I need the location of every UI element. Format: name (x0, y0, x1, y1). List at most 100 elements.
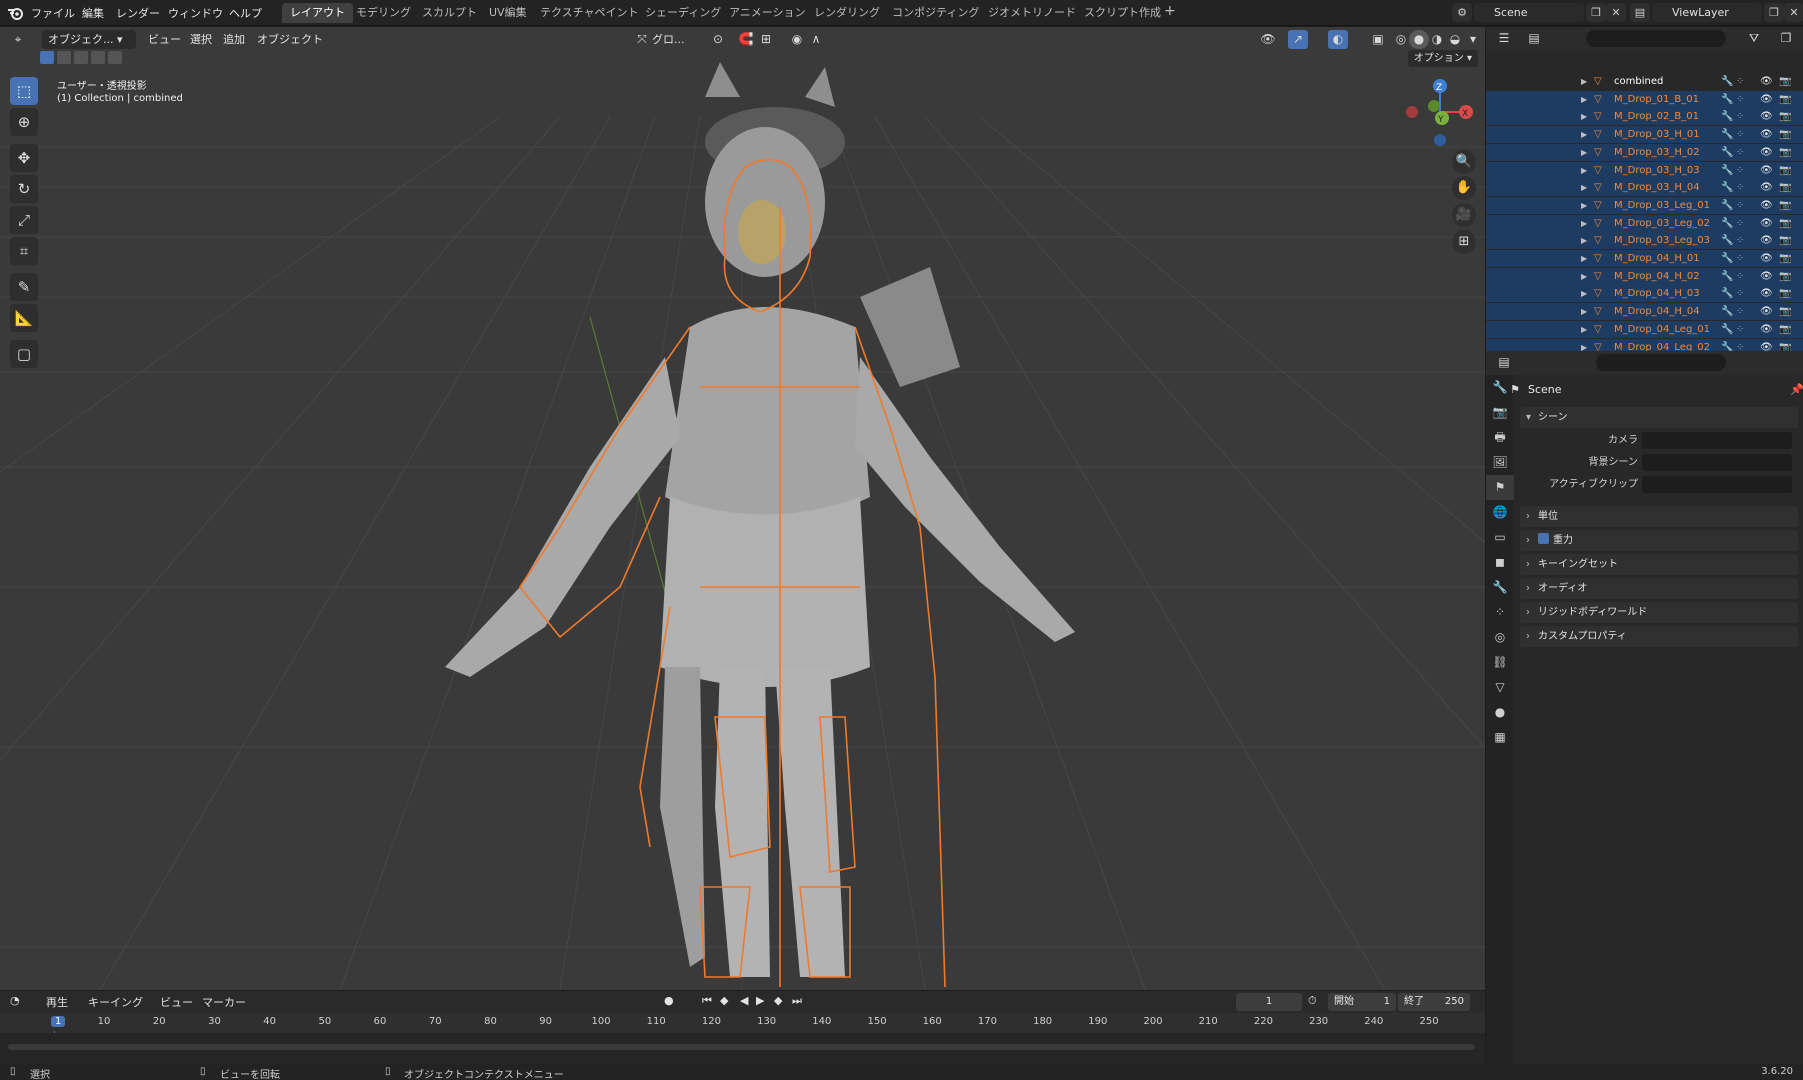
pivot-point-icon[interactable]: ⊙ (708, 30, 728, 49)
tab-compositing[interactable]: コンポジティング (884, 3, 987, 23)
panel-gravity[interactable]: › 重力 (1520, 530, 1798, 551)
menu-window[interactable]: ウィンドウ (168, 5, 223, 21)
tab-shading[interactable]: シェーディング (637, 3, 729, 23)
outliner-search-input[interactable] (1586, 30, 1726, 47)
visibility-eye-icon[interactable]: 👁 (1760, 285, 1773, 302)
measure-tool-icon[interactable]: 📐 (10, 304, 38, 332)
snapping-icon[interactable]: 🧲 (736, 30, 756, 49)
filter-icon[interactable]: ⛛ (1744, 29, 1764, 48)
outliner-item-name[interactable]: M_Drop_03_H_02 (1614, 144, 1700, 161)
outliner-row[interactable]: ▶ ▽ M_Drop_04_Leg_01 🔧 ⁘ 👁 📷 (1486, 320, 1803, 338)
modifier-icon[interactable]: 🔧 (1721, 162, 1733, 179)
expand-arrow-icon[interactable]: ▶ (1581, 232, 1587, 249)
timeline-ruler[interactable]: 1 10 20 30 40 50 60 70 80 90 100 110 120 130 140 150 160… (0, 1013, 1485, 1064)
gizmo-toggle-icon[interactable]: ↗ (1288, 30, 1308, 49)
camera-select[interactable] (1642, 432, 1792, 449)
camera-view-icon[interactable]: 🎥 (1452, 203, 1476, 227)
material-tab-icon[interactable]: ● (1486, 700, 1514, 725)
world-tab-icon[interactable]: 🌐 (1486, 500, 1514, 525)
start-frame-field[interactable]: 開始 1 (1328, 993, 1396, 1011)
viewport-options-button[interactable]: オプション ▾ (1407, 50, 1478, 67)
cursor-tool-icon[interactable]: ⊕ (10, 108, 38, 136)
menu-file[interactable]: ファイル (31, 5, 75, 21)
timeline-editor-icon[interactable]: ◔ (10, 994, 20, 1007)
modifier-icon[interactable]: 🔧 (1721, 232, 1733, 249)
solid-shading-icon[interactable]: ● (1409, 30, 1429, 49)
panel-keying-sets[interactable]: › キーイングセット (1520, 554, 1798, 575)
viewport-menu-object[interactable]: オブジェクト (257, 30, 323, 49)
transform-tool-icon[interactable]: ⌗ (10, 237, 38, 265)
3d-viewport[interactable] (0, 27, 1485, 990)
visibility-eye-icon[interactable]: 👁 (1760, 108, 1773, 125)
modifier-icon[interactable]: 🔧 (1721, 73, 1733, 90)
background-scene-select[interactable] (1642, 454, 1792, 471)
modifier-icon[interactable]: 🔧 (1721, 321, 1733, 338)
scene-selector[interactable]: Scene (1474, 3, 1584, 22)
outliner-row[interactable]: ▶ ▽ M_Drop_03_H_04 🔧 ⁘ 👁 📷 (1486, 179, 1803, 197)
tab-texture-paint[interactable]: テクスチャペイント (532, 3, 647, 23)
panel-rigid-body-world[interactable]: › リジッドボディワールド (1520, 602, 1798, 623)
outliner-item-name[interactable]: M_Drop_04_Leg_01 (1614, 321, 1710, 338)
outliner-row[interactable]: ▶ ▽ combined 🔧 ⁘ 👁 📷 (1486, 73, 1803, 90)
tab-modeling[interactable]: モデリング (348, 3, 419, 23)
expand-arrow-icon[interactable]: ▶ (1581, 179, 1587, 196)
render-tab-icon[interactable]: 📷 (1486, 400, 1514, 425)
timeline-menu-playback[interactable]: 再生 (46, 994, 68, 1010)
timeline-scrollbar[interactable] (8, 1044, 1475, 1050)
viewport-menu-view[interactable]: ビュー (148, 30, 181, 49)
delete-view-layer-icon[interactable]: ✕ (1784, 3, 1803, 22)
auto-key-icon[interactable]: ● (664, 994, 674, 1007)
transform-orientation-select[interactable]: グロ... (652, 30, 685, 49)
character-model[interactable] (445, 62, 1075, 977)
modifier-icon[interactable]: 🔧 (1721, 303, 1733, 320)
gravity-checkbox[interactable] (1538, 533, 1549, 544)
panel-units[interactable]: › 単位 (1520, 506, 1798, 527)
render-camera-icon[interactable]: 📷 (1779, 91, 1791, 108)
mode-selector[interactable]: オブジェク... ▾ (42, 30, 136, 49)
ortho-toggle-icon[interactable]: ⊞ (1452, 230, 1476, 254)
visibility-icon[interactable]: 👁 (1258, 30, 1278, 49)
tab-scripting[interactable]: スクリプト作成 (1076, 3, 1169, 23)
expand-arrow-icon[interactable]: ▶ (1581, 285, 1587, 302)
proportional-editing-icon[interactable]: ◉ (787, 30, 807, 49)
new-collection-icon[interactable]: ❐ (1776, 29, 1796, 48)
falloff-icon[interactable]: ∧ (806, 30, 826, 49)
select-new-icon[interactable] (40, 51, 54, 64)
overlays-toggle-icon[interactable]: ◐ (1328, 30, 1348, 49)
modifier-icon[interactable]: 🔧 (1721, 285, 1733, 302)
expand-arrow-icon[interactable]: ▶ (1581, 215, 1587, 232)
tab-animation[interactable]: アニメーション (721, 3, 814, 23)
tab-uv-editing[interactable]: UV編集 (481, 3, 535, 23)
properties-editor-icon[interactable]: ▤ (1494, 353, 1514, 372)
constraints-tab-icon[interactable]: ⛓ (1486, 650, 1514, 675)
new-scene-icon[interactable]: ❐ (1586, 3, 1606, 22)
outliner-row[interactable]: ▶ ▽ M_Drop_03_H_01 🔧 ⁘ 👁 📷 (1486, 126, 1803, 144)
wireframe-shading-icon[interactable]: ◎ (1391, 30, 1411, 49)
outliner-row[interactable]: ▶ ▽ M_Drop_03_Leg_01 🔧 ⁘ 👁 📷 (1486, 196, 1803, 214)
display-mode-icon[interactable]: ▤ (1524, 29, 1544, 48)
pan-hand-icon[interactable]: ✋ (1452, 176, 1476, 200)
expand-arrow-icon[interactable]: ▶ (1581, 268, 1587, 285)
end-frame-field[interactable]: 終了 250 (1398, 993, 1470, 1011)
select-box-tool-icon[interactable]: ⬚ (10, 77, 38, 105)
select-subtract-icon[interactable] (74, 51, 88, 64)
outliner-item-name[interactable]: M_Drop_04_H_04 (1614, 303, 1700, 320)
expand-arrow-icon[interactable]: ▶ (1581, 126, 1587, 143)
add-cube-tool-icon[interactable]: ▢ (10, 340, 38, 368)
add-workspace-icon[interactable]: + (1164, 3, 1176, 19)
outliner-row[interactable]: ▶ ▽ M_Drop_04_H_02 🔧 ⁘ 👁 📷 (1486, 267, 1803, 285)
visibility-eye-icon[interactable]: 👁 (1760, 321, 1773, 338)
panel-audio[interactable]: › オーディオ (1520, 578, 1798, 599)
panel-custom-properties[interactable]: › カスタムプロパティ (1520, 626, 1798, 647)
render-camera-icon[interactable]: 📷 (1779, 232, 1791, 249)
outliner-row[interactable]: ▶ ▽ M_Drop_03_H_03 🔧 ⁘ 👁 📷 (1486, 161, 1803, 179)
view-layer-tab-icon[interactable]: 🖼 (1486, 450, 1514, 475)
navigation-gizmo[interactable]: Z X Y (1400, 72, 1480, 152)
expand-arrow-icon[interactable]: ▶ (1581, 250, 1587, 267)
delete-scene-icon[interactable]: ✕ (1606, 3, 1626, 22)
render-camera-icon[interactable]: 📷 (1779, 321, 1791, 338)
visibility-eye-icon[interactable]: 👁 (1760, 179, 1773, 196)
tab-rendering[interactable]: レンダリング (806, 3, 888, 23)
expand-arrow-icon[interactable]: ▶ (1581, 91, 1587, 108)
render-camera-icon[interactable]: 📷 (1779, 303, 1791, 320)
